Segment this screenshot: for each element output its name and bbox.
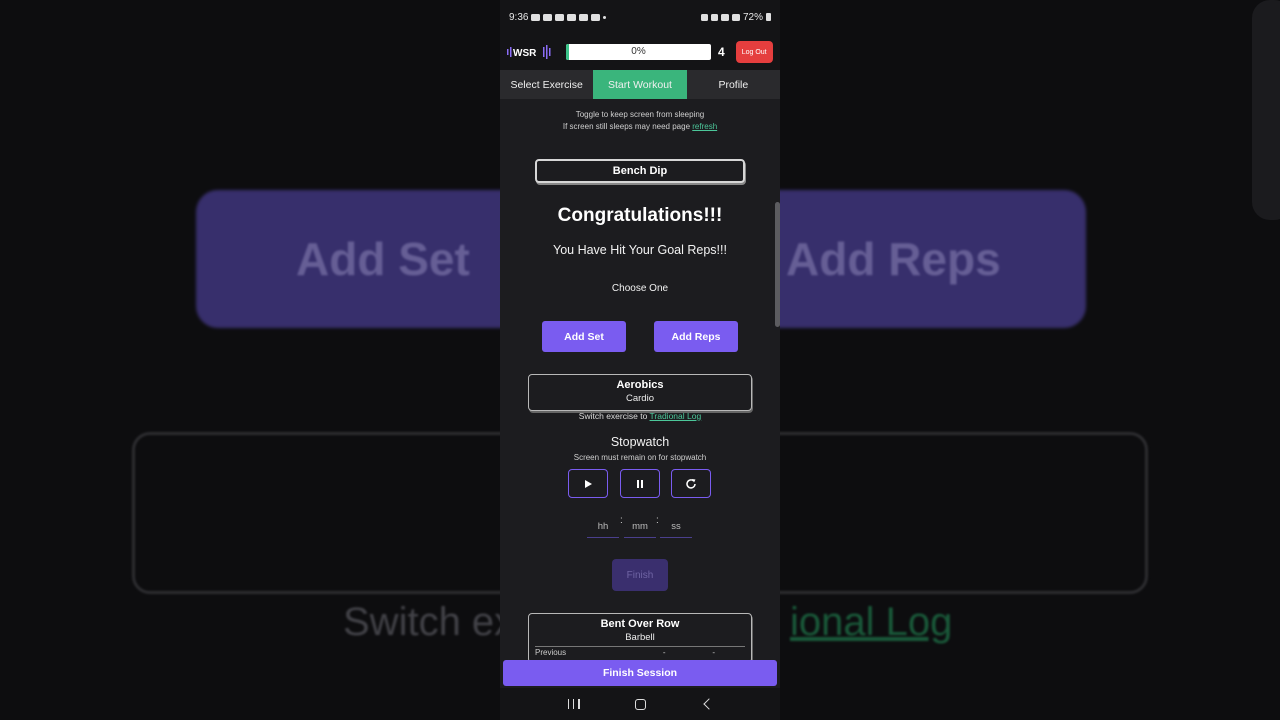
- time-separator: :: [620, 515, 623, 526]
- progress-text: 0%: [631, 46, 646, 57]
- current-exercise-name: Bench Dip: [535, 159, 745, 183]
- nfc-icon: [700, 13, 708, 21]
- tab-profile[interactable]: Profile: [687, 70, 780, 99]
- cardio-exercise-name: Aerobics: [616, 379, 664, 391]
- android-nav-bar: [500, 688, 780, 720]
- previous-value-1: -: [662, 648, 666, 657]
- notification-icon: [555, 13, 565, 21]
- background-edge: [1252, 0, 1280, 220]
- pause-icon: [637, 479, 643, 488]
- stopwatch-play-button[interactable]: [568, 469, 608, 498]
- previous-label: Previous: [535, 648, 567, 657]
- youtube-icon: [531, 13, 541, 21]
- battery-icon: [766, 13, 771, 21]
- keep-awake-line: Toggle to keep screen from sleeping: [575, 110, 705, 119]
- switch-exercise-note: Switch exercise to Tradional Log: [500, 411, 780, 421]
- congrats-heading: Congratulations!!!: [557, 205, 723, 226]
- time-separator: :: [656, 515, 659, 526]
- stopwatch-note: Screen must remain on for stopwatch: [573, 453, 707, 462]
- app-bar: WSR 0% 4 Log Out: [500, 34, 780, 70]
- phone-screen: 9:36 72% WSR 0% 4 Log Out Select Exercis…: [500, 0, 780, 720]
- minutes-input[interactable]: mm: [624, 517, 656, 538]
- cardio-exercise-category: Cardio: [626, 393, 654, 404]
- tab-start-workout[interactable]: Start Workout: [593, 70, 687, 99]
- add-reps-button[interactable]: Add Reps: [654, 321, 738, 352]
- session-count: 4: [718, 45, 725, 59]
- traditional-log-link[interactable]: Tradional Log: [650, 411, 702, 421]
- hours-input[interactable]: hh: [587, 517, 619, 538]
- play-icon: [585, 479, 592, 488]
- cardio-exercise-card[interactable]: Aerobics Cardio: [528, 374, 752, 411]
- stopwatch-pause-button[interactable]: [620, 469, 660, 498]
- status-bar: 9:36 72%: [500, 0, 780, 34]
- add-set-button[interactable]: Add Set: [542, 321, 626, 352]
- status-time: 9:36: [509, 11, 529, 23]
- tab-select-exercise[interactable]: Select Exercise: [500, 70, 593, 99]
- logout-button[interactable]: Log Out: [735, 41, 773, 63]
- notification-icon: [567, 13, 577, 21]
- stopwatch-title: Stopwatch: [610, 435, 670, 449]
- notification-icon: [591, 13, 601, 21]
- refresh-prefix: If screen still sleeps may need page: [562, 122, 693, 131]
- previous-value-2: -: [712, 648, 715, 657]
- finish-session-button[interactable]: Finish Session: [503, 660, 777, 686]
- svg-text:WSR: WSR: [513, 48, 537, 59]
- stopwatch-finish-button[interactable]: Finish: [612, 559, 668, 591]
- next-exercise-category: Barbell: [625, 632, 655, 643]
- wifi-icon: [720, 13, 729, 21]
- previous-row: Previous - -: [535, 646, 745, 657]
- next-exercise-name: Bent Over Row: [600, 618, 680, 630]
- next-exercise-card[interactable]: Bent Over Row Barbell Previous - -: [528, 613, 752, 663]
- mute-icon: [710, 13, 718, 21]
- battery-percent: 72%: [742, 11, 763, 23]
- youtube-icon: [543, 13, 553, 21]
- refresh-icon: [686, 478, 696, 489]
- background-switch-text: Switch ex: [343, 600, 515, 644]
- notification-icon: [579, 13, 589, 21]
- keep-awake-note: Toggle to keep screen from sleeping If s…: [500, 109, 780, 133]
- more-notifications-icon: [603, 15, 607, 19]
- seconds-input[interactable]: ss: [660, 517, 692, 538]
- choose-one-label: Choose One: [611, 283, 669, 294]
- switch-prefix: Switch exercise to: [578, 411, 650, 421]
- refresh-link[interactable]: refresh: [692, 122, 717, 131]
- recent-apps-icon[interactable]: [567, 699, 580, 709]
- background-switch-link: ional Log: [790, 600, 953, 644]
- refresh-line: If screen still sleeps may need page ref…: [500, 121, 780, 133]
- stopwatch-reset-button[interactable]: [671, 469, 711, 498]
- workout-content[interactable]: Toggle to keep screen from sleeping If s…: [500, 99, 780, 690]
- goal-progress-bar: 0%: [566, 44, 711, 60]
- logo-icon: WSR: [507, 45, 551, 59]
- tab-bar: Select Exercise Start Workout Profile: [500, 70, 780, 99]
- back-icon[interactable]: [702, 698, 715, 710]
- background-add-reps-text: Add Reps: [786, 233, 1001, 285]
- app-logo[interactable]: WSR: [507, 44, 553, 60]
- home-icon[interactable]: [634, 698, 646, 710]
- goal-message: You Have Hit Your Goal Reps!!!: [553, 243, 727, 257]
- background-add-set-text: Add Set: [296, 233, 470, 285]
- signal-icon: [731, 13, 740, 21]
